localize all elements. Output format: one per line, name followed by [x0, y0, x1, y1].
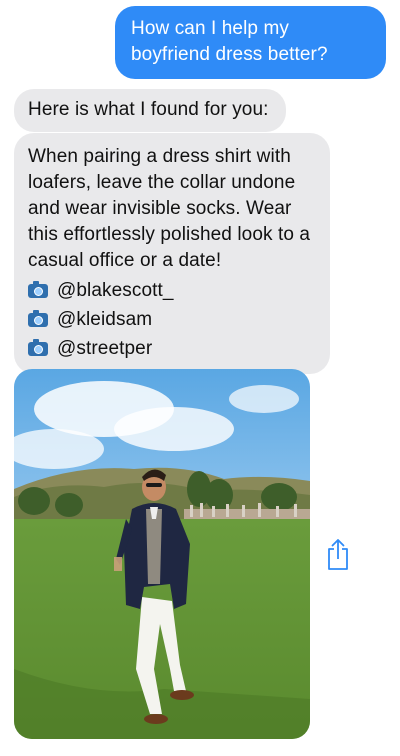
user-message-text: How can I help my boyfriend dress better… [131, 18, 328, 65]
photo-credit-2[interactable]: @kleidsam [28, 305, 314, 334]
camera-icon [28, 280, 48, 298]
camera-icon [28, 309, 48, 327]
outfit-photo[interactable] [14, 369, 310, 739]
bot-intro-text: Here is what I found for you: [28, 99, 269, 120]
user-message-bubble: How can I help my boyfriend dress better… [115, 6, 386, 79]
outfit-photo-art [14, 369, 310, 739]
bot-tip-text: When pairing a dress shirt with loafers,… [28, 146, 311, 271]
credit-handle: @blakescott_ [57, 279, 174, 301]
credit-handle: @kleidsam [57, 308, 153, 330]
credit-handle: @streetper [57, 337, 153, 359]
camera-icon [28, 338, 48, 356]
photo-credit-1[interactable]: @blakescott_ [28, 276, 314, 305]
photo-credit-3[interactable]: @streetper [28, 334, 314, 363]
bot-tip-bubble: When pairing a dress shirt with loafers,… [14, 133, 330, 374]
bot-intro-bubble: Here is what I found for you: [14, 89, 286, 132]
share-icon[interactable] [326, 538, 350, 570]
